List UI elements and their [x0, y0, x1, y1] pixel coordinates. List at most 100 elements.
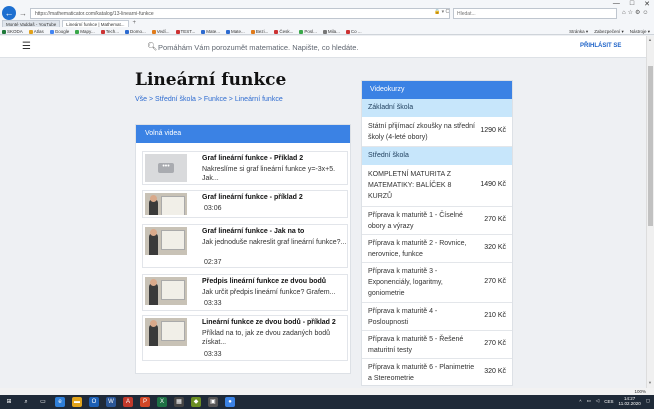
app-icon[interactable]: ● — [225, 397, 235, 407]
breadcrumb-separator: > — [195, 96, 204, 103]
acrobat-icon[interactable]: A — [123, 397, 133, 407]
course-name[interactable]: KOMPLETNÍ MATURITA Z MATEMATIKY: BALÍČEK… — [368, 169, 476, 202]
task-view-icon[interactable]: ▭ — [38, 397, 48, 407]
course-name[interactable]: Příprava k maturitě 6 - Planimetrie a St… — [368, 362, 476, 384]
close-window-button[interactable]: ✕ — [644, 0, 650, 8]
favorite-item[interactable]: Česk... — [274, 28, 293, 35]
favorite-icon — [322, 29, 327, 34]
page-scrollbar[interactable]: ▲ ▼ — [646, 36, 654, 388]
site-search-input[interactable] — [158, 41, 458, 53]
favorite-item[interactable]: Tech... — [100, 28, 119, 35]
excel-icon[interactable]: X — [157, 397, 167, 407]
network-icon[interactable]: ▭ — [587, 398, 591, 404]
course-item[interactable]: Příprava k maturitě 6 - Planimetrie a St… — [362, 359, 512, 385]
menu-stranka[interactable]: Stránka ▾ — [569, 28, 588, 35]
search-icon[interactable]: ⌕ — [21, 397, 31, 407]
word-icon[interactable]: W — [106, 397, 116, 407]
video-thumbnail[interactable] — [145, 318, 187, 346]
breadcrumb-funkce[interactable]: Funkce — [204, 96, 227, 103]
course-item[interactable]: Příprava k maturitě 1 - Číselné obory a … — [362, 207, 512, 235]
hamburger-menu-icon[interactable]: ☰ — [22, 41, 31, 53]
login-button[interactable]: PŘIHLÁSIT SE — [580, 43, 621, 49]
video-title[interactable]: Předpis lineární funkce ze dvou bodů — [202, 278, 326, 285]
video-item[interactable]: Předpis lineární funkce ze dvou bodů Jak… — [142, 274, 348, 311]
volume-icon[interactable]: ◁ — [596, 398, 599, 404]
favorite-label: Bezi... — [255, 29, 269, 34]
course-item[interactable]: KOMPLETNÍ MATURITA Z MATEMATIKY: BALÍČEK… — [362, 165, 512, 207]
back-icon[interactable]: ← — [2, 6, 16, 20]
clock[interactable]: 14:27 11.02.2020 — [619, 396, 641, 406]
favorite-item[interactable]: Mila... — [322, 28, 340, 35]
course-name[interactable]: Příprava k maturitě 2 - Rovnice, nerovni… — [368, 238, 476, 260]
course-item[interactable]: Státní přijímací zkoušky na střední škol… — [362, 117, 512, 147]
video-title[interactable]: Graf lineární funkce - příklad 2 — [202, 194, 303, 201]
tab-linearni-funkce[interactable]: Lineární funkce | Mathemat... — [62, 20, 129, 27]
video-item[interactable]: Graf lineární funkce - Jak na to Jak jed… — [142, 224, 348, 268]
ie-icon[interactable]: e — [55, 397, 65, 407]
new-tab-icon[interactable]: + — [131, 20, 139, 27]
tab-youtube[interactable]: Monté Vaddaš - YouTube — [2, 20, 61, 27]
favorite-item[interactable]: Atlas — [28, 28, 44, 35]
favorite-item[interactable]: Bezi... — [250, 28, 269, 35]
favorite-item[interactable]: Co ... — [345, 28, 362, 35]
scroll-down-icon[interactable]: ▼ — [648, 380, 652, 385]
course-item[interactable]: Příprava k maturitě 4 - Posloupnosti 210… — [362, 303, 512, 331]
course-price: 320 Kč — [484, 368, 506, 375]
breadcrumb-vse[interactable]: Vše — [135, 96, 147, 103]
favorite-item[interactable]: Mate... — [201, 28, 220, 35]
course-name[interactable]: Příprava k maturitě 5 - Řešené maturitní… — [368, 334, 476, 356]
scroll-up-icon[interactable]: ▲ — [648, 37, 652, 42]
address-bar-icons[interactable]: 🔒 ▾ C — [434, 9, 449, 15]
zoom-level[interactable]: 100% — [634, 389, 646, 394]
tray-chevron-icon[interactable]: ^ — [579, 399, 581, 404]
favorite-item[interactable]: Google — [49, 28, 69, 35]
favorite-item[interactable]: Domo... — [124, 28, 146, 35]
breadcrumb-stredni-skola[interactable]: Střední škola — [155, 96, 196, 103]
outlook-icon[interactable]: O — [89, 397, 99, 407]
maximize-button[interactable]: □ — [630, 0, 634, 8]
course-item[interactable]: Příprava k maturitě 2 - Rovnice, nerovni… — [362, 235, 512, 263]
tab-strip: Monté Vaddaš - YouTube Lineární funkce |… — [2, 20, 138, 27]
favorite-item[interactable]: Posl... — [299, 28, 317, 35]
menu-zabezpeceni[interactable]: Zabezpečení ▾ — [594, 28, 624, 35]
video-thumbnail[interactable]: ••• — [145, 154, 187, 182]
favorite-item[interactable]: SKODA — [2, 28, 23, 35]
app-icon[interactable]: ▣ — [208, 397, 218, 407]
video-item[interactable]: Graf lineární funkce - příklad 2 03:06 — [142, 190, 348, 218]
course-item[interactable]: Příprava k maturitě 5 - Řešené maturitní… — [362, 331, 512, 359]
favorite-item[interactable]: Mate... — [226, 28, 245, 35]
course-price: 270 Kč — [484, 216, 506, 223]
video-title[interactable]: Lineární funkce ze dvou bodů - příklad 2 — [202, 319, 336, 326]
scrollbar-thumb[interactable] — [648, 66, 653, 226]
favorite-item[interactable]: Mapy... — [75, 28, 95, 35]
favorite-item[interactable]: TEST... — [175, 28, 195, 35]
forward-icon[interactable]: → — [19, 9, 27, 18]
video-thumbnail[interactable] — [145, 193, 187, 215]
windows-start-icon[interactable]: ⊞ — [4, 397, 14, 407]
address-bar[interactable]: https://mathematicator.com/katalog/13-li… — [30, 8, 450, 19]
app-icon[interactable]: ◆ — [191, 397, 201, 407]
toolbar-icons[interactable]: ⌂☆⚙☺ — [622, 9, 651, 16]
notifications-icon[interactable]: ▢ — [646, 398, 650, 404]
course-name[interactable]: Příprava k maturitě 4 - Posloupnosti — [368, 306, 476, 328]
course-name[interactable]: Státní přijímací zkoušky na střední škol… — [368, 121, 476, 143]
powerpoint-icon[interactable]: P — [140, 397, 150, 407]
video-thumbnail[interactable] — [145, 277, 187, 305]
breadcrumb-linearni-funkce[interactable]: Lineární funkce — [235, 96, 283, 103]
video-item[interactable]: ••• Graf lineární funkce - Příklad 2 Nak… — [142, 151, 348, 185]
course-name[interactable]: Příprava k maturitě 3 - Exponenciály, lo… — [368, 266, 476, 299]
course-name[interactable]: Příprava k maturitě 1 - Číselné obory a … — [368, 210, 476, 232]
course-item[interactable]: Příprava k maturitě 3 - Exponenciály, lo… — [362, 263, 512, 303]
minimize-button[interactable]: — — [613, 0, 620, 8]
browser-search-input[interactable] — [453, 8, 617, 19]
folder-icon[interactable]: ▬ — [72, 397, 82, 407]
favorite-item[interactable]: Vedí... — [151, 28, 170, 35]
video-item[interactable]: Lineární funkce ze dvou bodů - příklad 2… — [142, 315, 348, 361]
video-title[interactable]: Graf lineární funkce - Příklad 2 — [202, 155, 303, 162]
calculator-icon[interactable]: ▦ — [174, 397, 184, 407]
language-indicator[interactable]: CES — [604, 399, 613, 404]
menu-nastroje[interactable]: Nástroje ▾ — [630, 28, 650, 35]
video-title[interactable]: Graf lineární funkce - Jak na to — [202, 228, 304, 235]
video-thumbnail[interactable] — [145, 227, 187, 255]
favorite-icon — [124, 29, 129, 34]
